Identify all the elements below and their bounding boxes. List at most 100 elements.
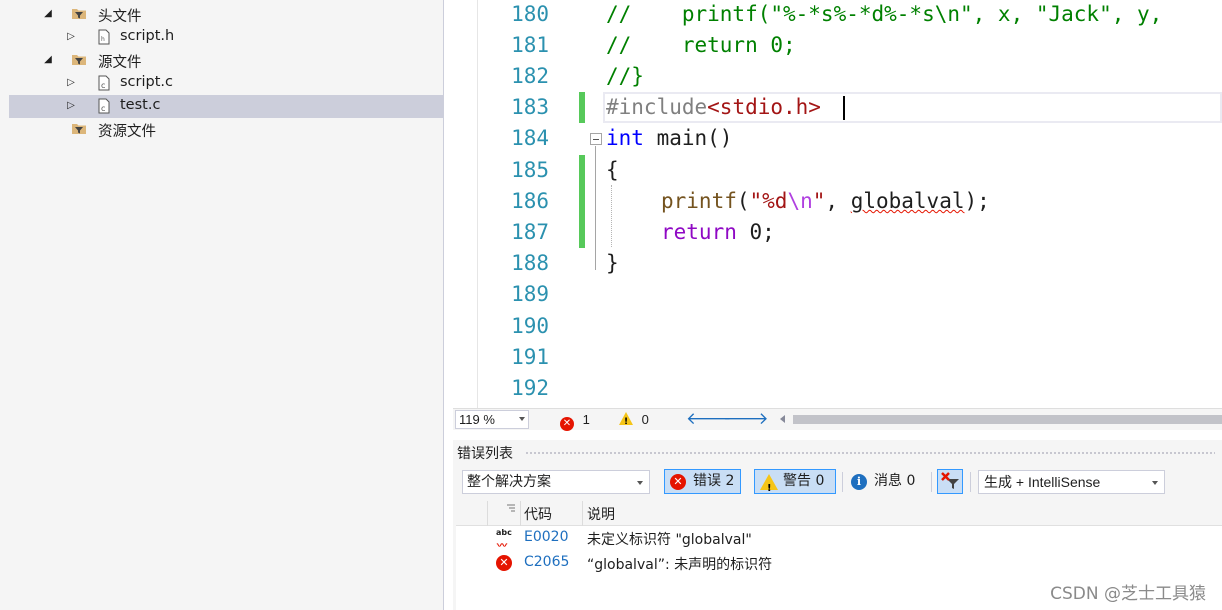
- toolbar-separator: [931, 472, 932, 492]
- line-number: 183: [511, 95, 549, 119]
- tree-item-resource-files[interactable]: 资源文件: [9, 118, 443, 141]
- sort-icon[interactable]: [506, 503, 516, 513]
- error-description: 未定义标识符 "globalval": [587, 532, 752, 548]
- tree-item-header-files[interactable]: ◢ 头文件: [9, 3, 443, 26]
- return-value: 0;: [736, 220, 775, 244]
- indent-guide: [611, 185, 612, 247]
- warning-icon: !: [619, 412, 633, 427]
- code-line-184[interactable]: int main(): [606, 123, 732, 154]
- c-file-icon: c: [98, 75, 110, 91]
- filter-folder-icon: [72, 124, 86, 134]
- code-line-183[interactable]: #include<stdio.h>: [606, 92, 821, 123]
- statement-end: );: [964, 189, 990, 213]
- warning-count: 0: [641, 412, 649, 427]
- panel-title: 错误列表: [457, 446, 513, 462]
- error-code[interactable]: C2065: [524, 554, 569, 570]
- keyword: return: [661, 220, 737, 244]
- filter-clear-icon: [941, 472, 959, 489]
- collapsed-arrow-icon[interactable]: ▷: [65, 77, 77, 88]
- string-literal-end: ": [812, 189, 826, 213]
- scroll-left-icon[interactable]: [780, 415, 785, 423]
- column-header-code[interactable]: 代码: [524, 504, 552, 524]
- svg-text:h: h: [101, 36, 105, 43]
- warnings-filter-label: 警告 0: [783, 473, 825, 489]
- tree-item-test-c[interactable]: ▷ c test.c: [9, 95, 443, 118]
- code-line-181[interactable]: // return 0;: [606, 30, 796, 61]
- editor-status-bar: 119 % ✕ 1 ! 0 🡐 🡒: [453, 408, 1222, 431]
- expanded-arrow-icon[interactable]: ◢: [42, 8, 54, 19]
- string-literal: "%d: [749, 189, 788, 213]
- chevron-down-icon: [519, 417, 525, 421]
- scope-value: 整个解决方案: [467, 474, 551, 490]
- tree-item-source-files[interactable]: ◢ 源文件: [9, 49, 443, 72]
- include-header: <stdio.h>: [707, 95, 821, 119]
- warning-count-indicator[interactable]: ! 0: [619, 411, 649, 428]
- filter-folder-icon: [72, 55, 86, 65]
- error-icon: ✕: [670, 474, 686, 490]
- errors-filter-label: 错误 2: [693, 473, 735, 489]
- column-header-description[interactable]: 说明: [587, 504, 615, 524]
- build-source-value: 生成 + IntelliSense: [984, 474, 1101, 490]
- code-line-182[interactable]: //}: [606, 61, 644, 92]
- undefined-identifier[interactable]: globalval: [851, 189, 965, 213]
- chevron-down-icon: [1152, 481, 1158, 485]
- errors-filter-button[interactable]: ✕ 错误 2: [664, 469, 741, 494]
- column-divider: [582, 501, 583, 526]
- line-number: 180: [511, 2, 549, 26]
- line-number: 188: [511, 251, 549, 275]
- svg-text:c: c: [101, 81, 105, 90]
- code-line-187[interactable]: return 0;: [661, 217, 775, 248]
- horizontal-scrollbar[interactable]: [793, 415, 1222, 424]
- table-row[interactable]: ✕ C2065 “globalval”: 未声明的标识符: [456, 551, 1222, 576]
- filter-toggle-button[interactable]: [937, 469, 963, 494]
- warnings-filter-button[interactable]: ! 警告 0: [754, 469, 836, 494]
- tree-item-label: 源文件: [98, 55, 142, 71]
- error-count-indicator[interactable]: ✕ 1: [560, 411, 590, 431]
- collapsed-arrow-icon[interactable]: ▷: [65, 31, 77, 42]
- line-number: 189: [511, 282, 549, 306]
- chevron-down-icon: [637, 481, 643, 485]
- zoom-dropdown[interactable]: 119 %: [455, 410, 529, 429]
- code-editor[interactable]: 180 181 182 183 184 185 186 187 188 189 …: [453, 0, 1222, 408]
- panel-drag-grip[interactable]: [525, 451, 1215, 456]
- tree-item-label: 资源文件: [98, 124, 156, 140]
- messages-filter-label: 消息 0: [874, 473, 916, 489]
- column-divider: [487, 501, 488, 526]
- line-number: 182: [511, 64, 549, 88]
- code-line-185[interactable]: {: [606, 155, 619, 186]
- change-tracking-bar: [579, 92, 585, 123]
- function-signature: main(): [643, 126, 733, 150]
- toolbar-separator: [842, 472, 843, 492]
- expanded-arrow-icon[interactable]: ◢: [42, 54, 54, 65]
- solution-explorer: ◢ 头文件 ▷ h script.h ◢ 源文件 ▷ c script.c ▷: [0, 0, 444, 610]
- svg-text:c: c: [101, 104, 105, 113]
- tree-item-label: script.h: [120, 28, 175, 44]
- line-number: 191: [511, 345, 549, 369]
- scope-dropdown[interactable]: 整个解决方案: [462, 470, 650, 494]
- error-code[interactable]: E0020: [524, 529, 568, 545]
- code-line-188[interactable]: }: [606, 248, 619, 279]
- separator: ,: [825, 189, 851, 213]
- function-call: printf: [661, 189, 737, 213]
- collapse-outline-icon[interactable]: [590, 133, 602, 145]
- tree-item-label: script.c: [120, 74, 173, 90]
- c-file-icon: c: [98, 98, 110, 114]
- change-tracking-bar: [579, 155, 585, 248]
- navigate-forward-icon[interactable]: 🡒: [723, 409, 769, 429]
- warning-icon: !: [760, 474, 778, 494]
- error-icon: ✕: [496, 555, 512, 571]
- tree-item-label: test.c: [120, 97, 161, 113]
- collapsed-arrow-icon[interactable]: ▷: [65, 100, 77, 111]
- code-line-186[interactable]: printf("%d\n", globalval);: [661, 186, 990, 217]
- error-description: “globalval”: 未声明的标识符: [587, 557, 773, 573]
- code-line-180[interactable]: // printf("%-*s%-*d%-*s\n", x, "Jack", y…: [606, 0, 1162, 30]
- zoom-value: 119 %: [459, 412, 495, 427]
- table-row[interactable]: abc 〰 E0020 未定义标识符 "globalval": [456, 526, 1222, 552]
- tree-item-script-c[interactable]: ▷ c script.c: [9, 72, 443, 95]
- tree-item-script-h[interactable]: ▷ h script.h: [9, 26, 443, 49]
- messages-filter-button[interactable]: i 消息 0: [845, 469, 925, 494]
- line-number: 186: [511, 189, 549, 213]
- build-source-dropdown[interactable]: 生成 + IntelliSense: [978, 470, 1165, 494]
- filter-folder-icon: [72, 9, 86, 19]
- keyword: int: [606, 126, 644, 150]
